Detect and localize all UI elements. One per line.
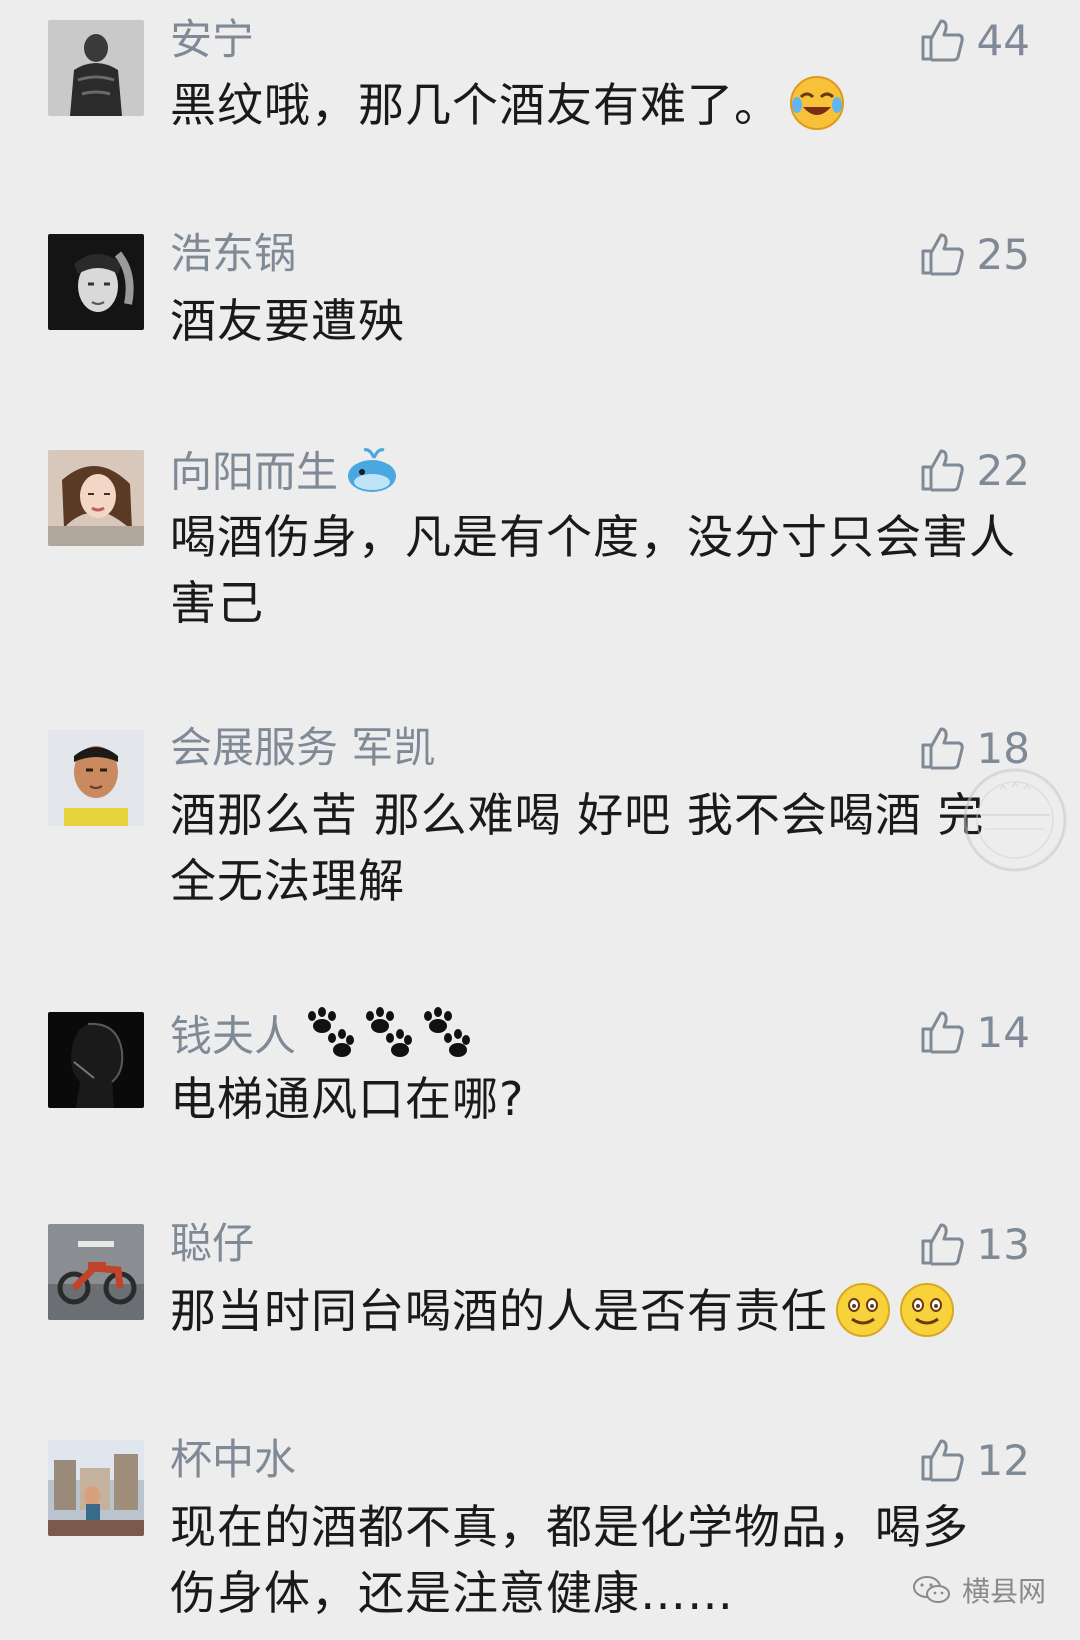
commenter-name[interactable]: 浩东锅 bbox=[170, 228, 296, 280]
commenter-name[interactable]: 聪仔 bbox=[170, 1218, 254, 1270]
comment-text: 喝酒伤身，凡是有个度，没分寸只会害人害己 bbox=[170, 504, 1030, 636]
like-button[interactable]: 44 bbox=[917, 14, 1030, 66]
like-button[interactable]: 12 bbox=[917, 1434, 1030, 1486]
whale-emoji-icon bbox=[344, 444, 400, 506]
thumbs-up-icon bbox=[921, 1439, 964, 1482]
comment-body: 喝酒伤身，凡是有个度，没分寸只会害人害己 bbox=[170, 510, 1016, 630]
wechat-icon bbox=[912, 1576, 950, 1603]
comment-text: 现在的酒都不真，都是化学物品，喝多伤身体，还是注意健康…… bbox=[170, 1494, 1010, 1626]
like-count: 14 bbox=[976, 1007, 1030, 1057]
commenter-name[interactable]: 杯中水 bbox=[170, 1434, 296, 1486]
like-button[interactable]: 13 bbox=[917, 1218, 1030, 1270]
commenter-name[interactable]: 向阳而生 bbox=[170, 444, 400, 506]
like-count: 25 bbox=[976, 229, 1030, 279]
comment-body: 酒友要遭殃 bbox=[170, 294, 405, 348]
like-count: 12 bbox=[976, 1435, 1030, 1485]
commenter-name-text: 钱夫人 bbox=[170, 1011, 297, 1061]
comment-text: 电梯通风口在哪? bbox=[170, 1066, 1030, 1132]
watermark-stamp bbox=[960, 765, 1070, 875]
avatar[interactable] bbox=[48, 730, 144, 826]
like-count: 22 bbox=[976, 445, 1030, 495]
paw-prints-emoji-icon bbox=[302, 1006, 472, 1072]
commenter-name[interactable]: 钱夫人 bbox=[170, 1006, 472, 1072]
like-button[interactable]: 25 bbox=[917, 228, 1030, 280]
comment-body: 那当时同台喝酒的人是否有责任 bbox=[170, 1284, 828, 1338]
avatar[interactable] bbox=[48, 1224, 144, 1320]
thumbs-up-icon bbox=[921, 233, 964, 276]
footer-watermark: 横县网 bbox=[912, 1570, 1046, 1610]
comment-body: 现在的酒都不真，都是化学物品，喝多伤身体，还是注意健康…… bbox=[170, 1500, 969, 1620]
comment-body: 电梯通风口在哪? bbox=[170, 1072, 525, 1126]
smile-emoji-icon bbox=[834, 1281, 892, 1356]
like-count: 44 bbox=[976, 15, 1030, 65]
commenter-name[interactable]: 安宁 bbox=[170, 14, 254, 66]
avatar[interactable] bbox=[48, 1440, 144, 1536]
thumbs-up-icon bbox=[921, 19, 964, 62]
comment-body: 酒那么苦 那么难喝 好吧 我不会喝酒 完全无法理解 bbox=[170, 788, 985, 908]
comment-text: 黑纹哦，那几个酒友有难了。 bbox=[170, 72, 1030, 150]
avatar[interactable] bbox=[48, 1012, 144, 1108]
commenter-name[interactable]: 会展服务 军凯 bbox=[170, 722, 435, 774]
smile-emoji-icon bbox=[898, 1281, 956, 1356]
avatar[interactable] bbox=[48, 20, 144, 116]
thumbs-up-icon bbox=[921, 1011, 964, 1054]
avatar[interactable] bbox=[48, 450, 144, 546]
comments-page: 安宁 44 黑纹哦，那几个酒友有难了。 浩东锅 25 酒友要遭殃 向阳而生 22 bbox=[0, 0, 1080, 1640]
like-count: 13 bbox=[976, 1219, 1030, 1269]
avatar[interactable] bbox=[48, 234, 144, 330]
thumbs-up-icon bbox=[921, 1223, 964, 1266]
like-button[interactable]: 22 bbox=[917, 444, 1030, 496]
thumbs-up-icon bbox=[921, 449, 964, 492]
commenter-name-text: 向阳而生 bbox=[170, 447, 339, 497]
footer-watermark-text: 横县网 bbox=[961, 1575, 1046, 1608]
like-button[interactable]: 14 bbox=[917, 1006, 1030, 1058]
comment-text: 酒那么苦 那么难喝 好吧 我不会喝酒 完全无法理解 bbox=[170, 782, 1030, 914]
comment-text: 那当时同台喝酒的人是否有责任 bbox=[170, 1278, 1030, 1356]
laugh-cry-emoji-icon bbox=[787, 73, 847, 150]
comment-text: 酒友要遭殃 bbox=[170, 288, 1030, 354]
comment-body: 黑纹哦，那几个酒友有难了。 bbox=[170, 78, 781, 132]
